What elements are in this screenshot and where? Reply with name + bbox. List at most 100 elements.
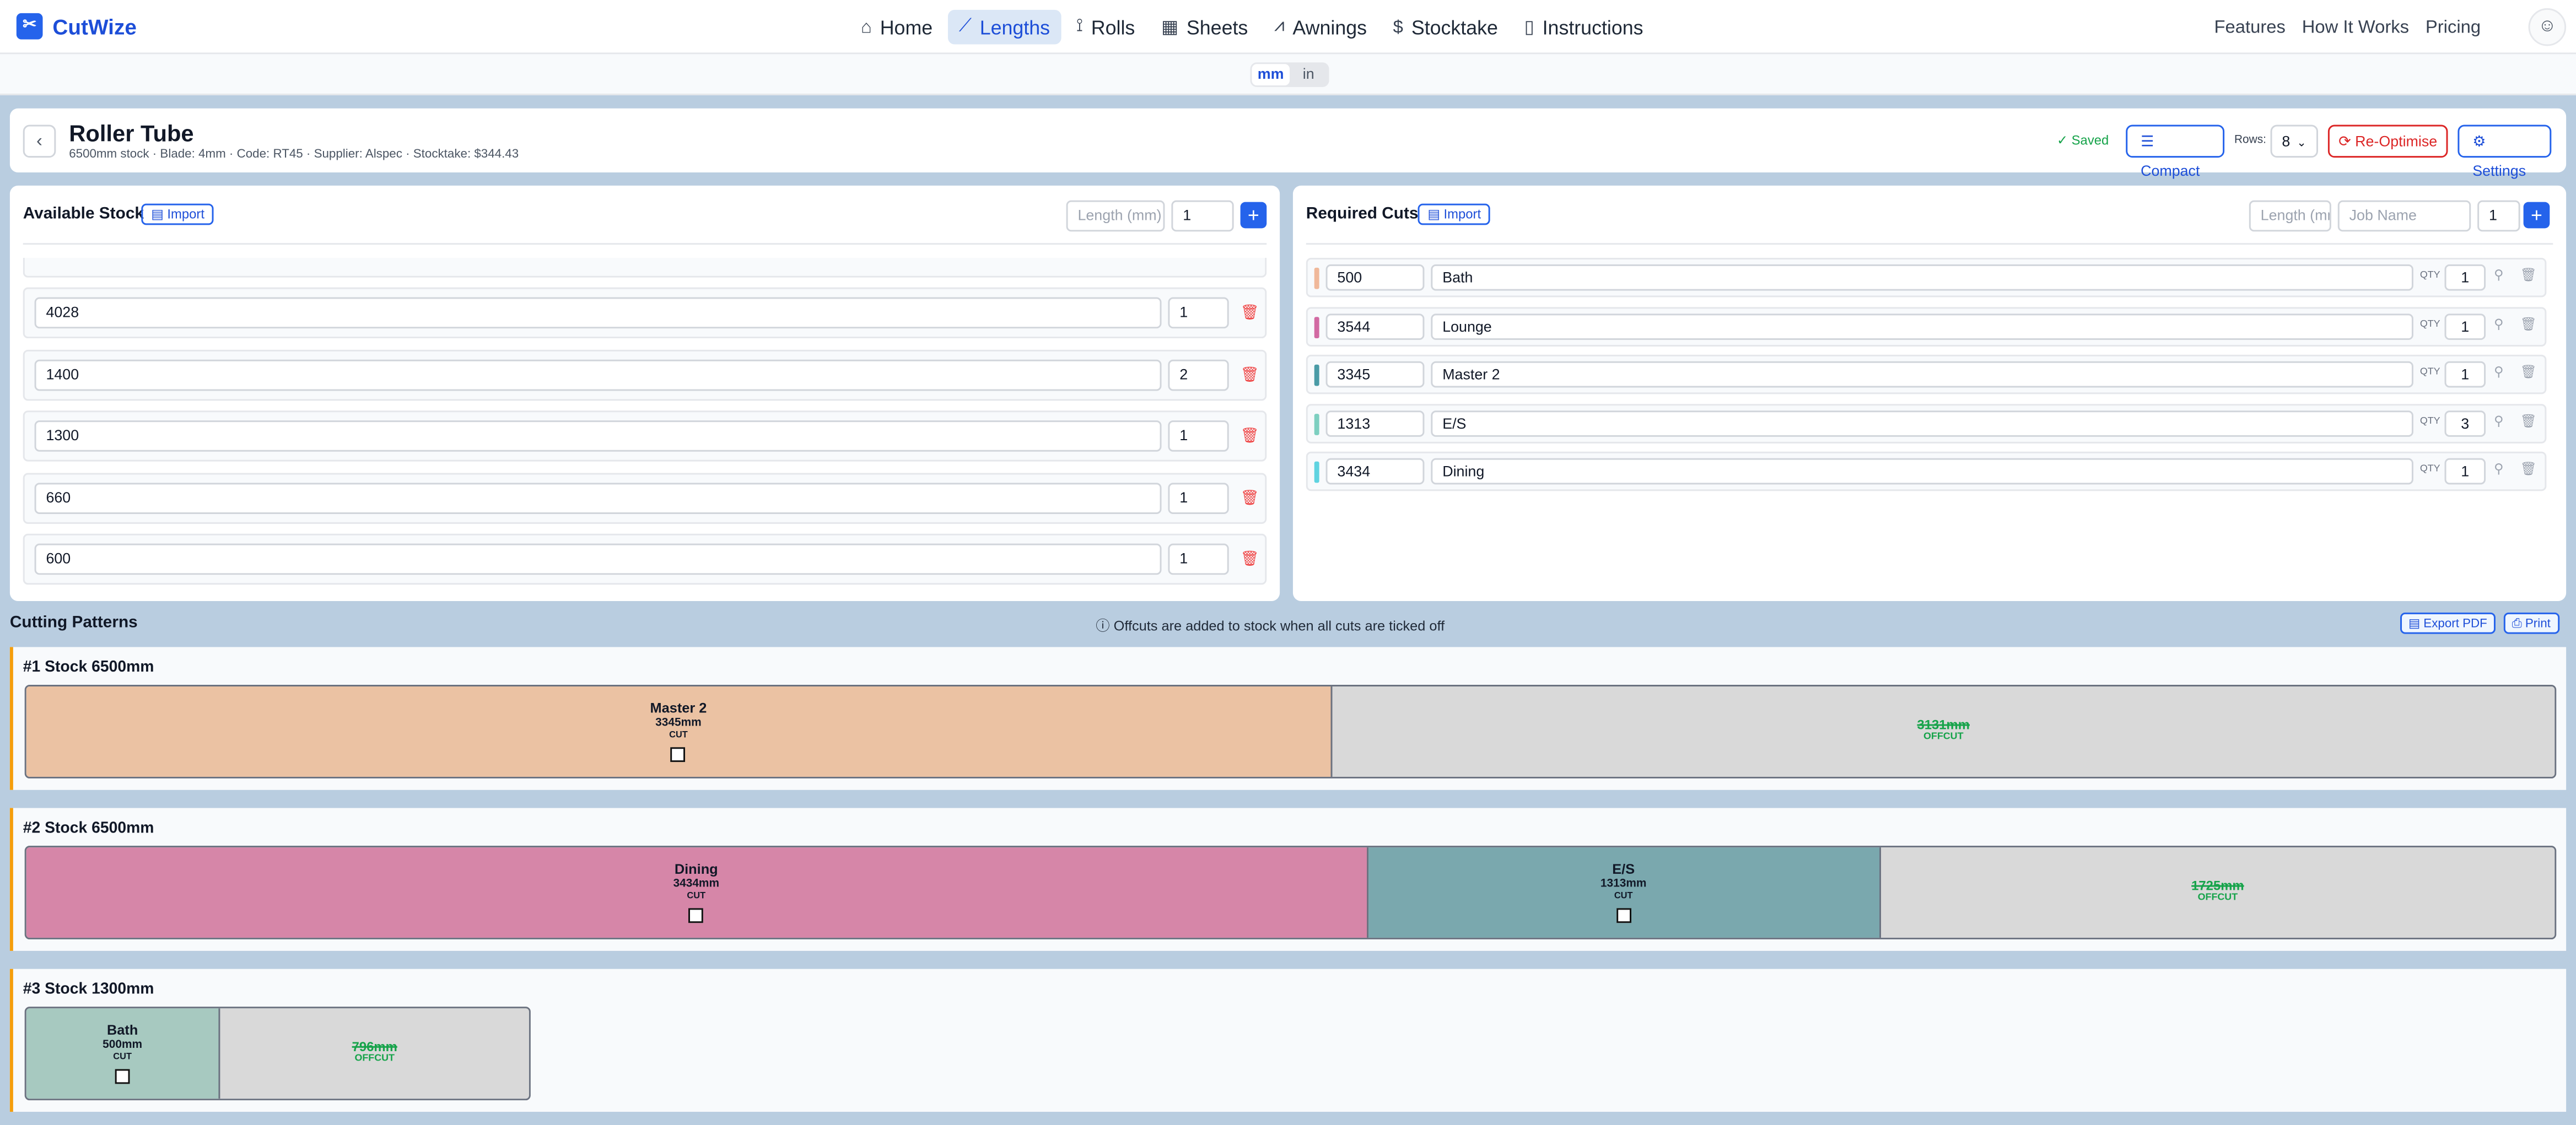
cut-name-field[interactable]: Lounge <box>1431 313 2413 340</box>
nav-how-it-works[interactable]: How It Works <box>2302 18 2409 38</box>
cut-qty-input[interactable]: 1 <box>2477 200 2520 232</box>
cut-color-bar <box>1314 317 1319 339</box>
stock-length-field[interactable]: 1400 <box>34 359 1162 391</box>
nav-link-rolls[interactable]: ⟟ Rolls <box>1065 10 1146 45</box>
refresh-icon: ⟳ <box>2338 133 2356 150</box>
offcut-segment: 1725mm OFFCUT <box>1880 847 2555 938</box>
cut-label: CUT <box>669 731 688 741</box>
pin-icon[interactable]: ⚲ <box>2494 317 2503 332</box>
cut-checkbox[interactable] <box>1616 908 1631 923</box>
cut-label: CUT <box>113 1052 132 1063</box>
logo-text: CutWize <box>52 14 137 39</box>
cut-color-bar <box>1314 414 1319 435</box>
cut-length-field[interactable]: 1313 <box>1325 410 1425 437</box>
stock-qty-field[interactable]: 1 <box>1168 420 1229 452</box>
stock-length-field[interactable]: 660 <box>34 483 1162 515</box>
stock-qty-input[interactable]: 1 <box>1171 200 1234 232</box>
offcut-label: OFFCUT <box>2197 893 2238 904</box>
add-cut-button[interactable]: + <box>2523 202 2550 229</box>
cut-qty-field[interactable]: 1 <box>2444 361 2486 388</box>
stock-qty-field[interactable]: 1 <box>1168 483 1229 515</box>
nav-link-stocktake[interactable]: $ Stocktake <box>1382 10 1510 45</box>
settings-button[interactable]: ⚙ Settings <box>2458 125 2552 179</box>
qty-label: QTY <box>2419 320 2440 331</box>
cut-checkbox[interactable] <box>115 1069 130 1084</box>
reoptimise-button[interactable]: ⟳ Re-Optimise <box>2327 125 2448 158</box>
qty-label: QTY <box>2419 367 2440 378</box>
cut-length-input[interactable]: Length (mm) <box>2249 200 2331 232</box>
job-name-input[interactable]: Job Name <box>2337 200 2471 232</box>
stock-length-field[interactable]: 1300 <box>34 420 1162 452</box>
nav-link-label: Stocktake <box>1411 15 1498 39</box>
nav-link-home[interactable]: ⌂ Home <box>849 10 944 45</box>
pin-icon[interactable]: ⚲ <box>2494 268 2503 283</box>
nav-link-sheets[interactable]: ▦ Sheets <box>1150 10 1259 45</box>
stock-qty-field[interactable]: 1 <box>1168 297 1229 329</box>
cut-length-field[interactable]: 3345 <box>1325 361 1425 388</box>
reoptimise-label: Re-Optimise <box>2355 133 2438 150</box>
nav-link-awnings[interactable]: ⩘ Awnings <box>1263 10 1378 45</box>
export-pdf-button[interactable]: ▤ Export PDF <box>2400 612 2496 634</box>
cut-row: 3345 Master 2 QTY 1 ⚲ 🗑 <box>1306 354 2547 394</box>
nav-link-lengths[interactable]: ⟋ Lengths <box>947 9 1061 45</box>
pin-icon[interactable]: ⚲ <box>2494 414 2503 429</box>
trash-icon[interactable]: 🗑 <box>1241 366 1259 385</box>
divider <box>1306 243 2553 245</box>
stock-row: 1400 2 🗑 <box>23 349 1267 401</box>
file-icon: ▤ <box>151 207 168 222</box>
trash-icon[interactable]: 🗑 <box>1241 489 1259 507</box>
stock-row: 660 1 🗑 <box>23 473 1267 524</box>
nav-pricing[interactable]: Pricing <box>2426 18 2481 38</box>
cut-label: CUT <box>687 891 706 902</box>
nav-link-instructions[interactable]: ▯ Instructions <box>1513 10 1655 45</box>
pin-icon[interactable]: ⚲ <box>2494 462 2503 477</box>
cut-qty-field[interactable]: 3 <box>2444 410 2486 437</box>
cut-name-field[interactable]: Master 2 <box>1431 361 2413 388</box>
stock-length-field[interactable]: 600 <box>34 543 1162 575</box>
nav-link-label: Instructions <box>1542 15 1643 39</box>
unit-mm-button[interactable]: mm <box>1252 64 1290 86</box>
pin-icon[interactable]: ⚲ <box>2494 365 2503 380</box>
cut-checkbox[interactable] <box>671 747 686 762</box>
trash-icon[interactable]: 🗑 <box>1241 304 1259 322</box>
nav-features[interactable]: Features <box>2214 18 2285 38</box>
cut-length-field[interactable]: 3544 <box>1325 313 1425 340</box>
logo[interactable]: ✂ CutWize <box>16 13 137 40</box>
cut-qty-field[interactable]: 1 <box>2444 264 2486 291</box>
cuts-import-button[interactable]: ▤ Import <box>1418 203 1491 225</box>
trash-icon[interactable]: 🗑 <box>2520 268 2537 283</box>
user-icon[interactable]: ☺ <box>2528 8 2567 46</box>
stock-import-button[interactable]: ▤ Import <box>141 203 214 225</box>
stock-bar: Master 2 3345mm CUT 3131mm OFFCUT <box>24 685 2557 778</box>
cut-name-field[interactable]: Bath <box>1431 264 2413 291</box>
compact-button[interactable]: ☰ Compact <box>2126 125 2225 179</box>
cut-checkbox[interactable] <box>688 908 704 923</box>
trash-icon[interactable]: 🗑 <box>2520 414 2537 429</box>
offcut-label: OFFCUT <box>354 1054 395 1064</box>
offcut-length: 3131mm <box>1917 717 1970 733</box>
trash-icon[interactable]: 🗑 <box>2520 462 2537 477</box>
stock-qty-field[interactable]: 1 <box>1168 543 1229 575</box>
trash-icon[interactable]: 🗑 <box>2520 365 2537 380</box>
cut-name-field[interactable]: Dining <box>1431 458 2413 485</box>
add-stock-button[interactable]: + <box>1240 202 1267 229</box>
trash-icon[interactable]: 🗑 <box>2520 317 2537 332</box>
stock-length-field[interactable]: 4028 <box>34 297 1162 329</box>
trash-icon[interactable]: 🗑 <box>1241 550 1259 569</box>
cut-name-field[interactable]: E/S <box>1431 410 2413 437</box>
rows-select[interactable]: 8 ⌄ <box>2270 125 2319 158</box>
stock-bar: Bath 500mm CUT 796mm OFFCUT <box>24 1007 531 1101</box>
trash-icon[interactable]: 🗑 <box>1241 427 1259 445</box>
cut-qty-field[interactable]: 1 <box>2444 458 2486 485</box>
stock-qty-field[interactable]: 2 <box>1168 359 1229 391</box>
print-button[interactable]: ⎙ Print <box>2503 612 2559 634</box>
back-button[interactable]: ‹ <box>23 125 56 158</box>
stock-length-input[interactable]: Length (mm) <box>1066 200 1165 232</box>
cut-length-field[interactable]: 3434 <box>1325 458 1425 485</box>
unit-in-button[interactable]: in <box>1290 64 1328 85</box>
cut-qty-field[interactable]: 1 <box>2444 313 2486 340</box>
stock-title: #2 Stock 6500mm <box>23 819 154 838</box>
cut-color-bar <box>1314 461 1319 483</box>
cut-length-field[interactable]: 500 <box>1325 264 1425 291</box>
info-icon: ⓘ <box>1096 617 1114 634</box>
